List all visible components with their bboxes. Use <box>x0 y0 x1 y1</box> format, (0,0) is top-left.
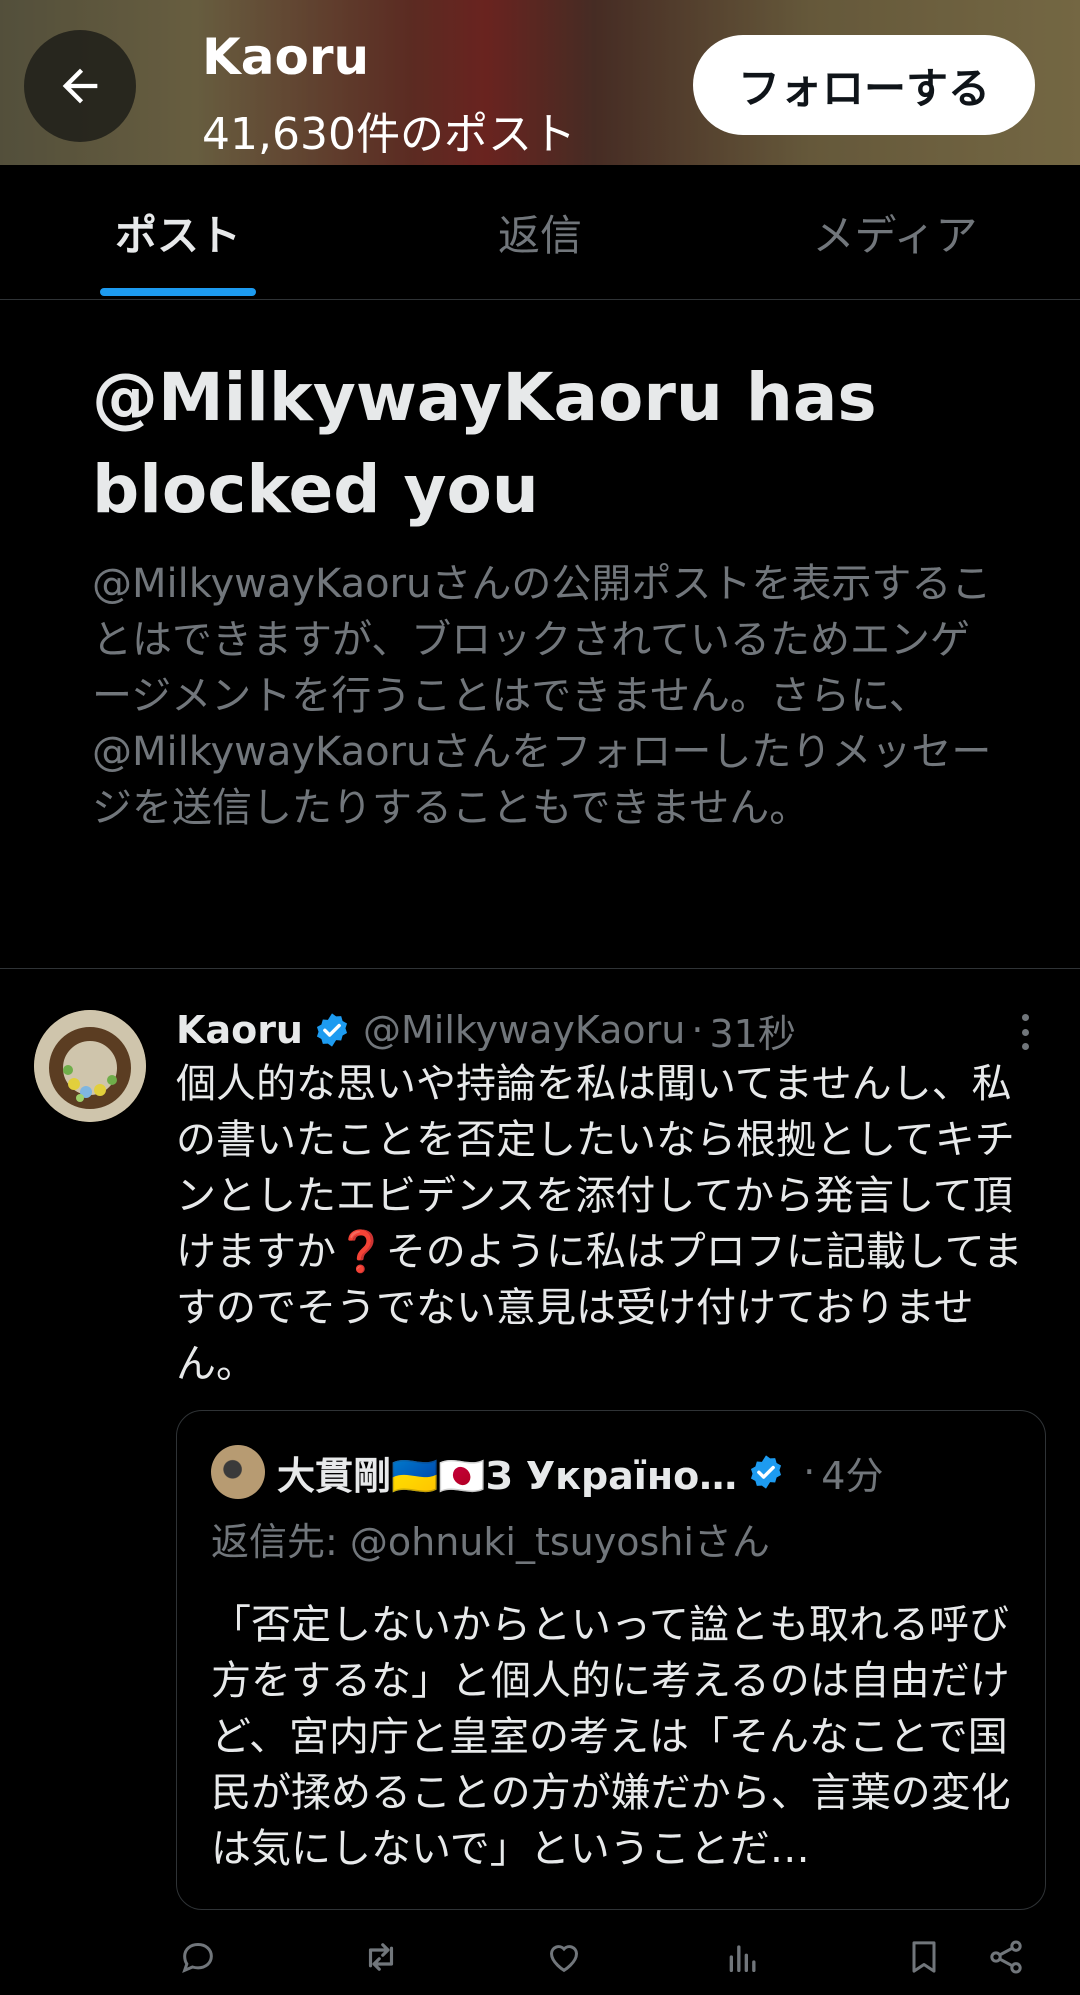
post-timestamp[interactable]: 31秒 <box>709 1003 795 1058</box>
post-author-handle[interactable]: @MilkywayKaoru <box>363 1008 685 1052</box>
share-icon[interactable] <box>984 1935 1028 1979</box>
more-vertical-icon[interactable] <box>1010 1010 1040 1054</box>
profile-header: Kaoru 41,630件のポスト フォローする <box>0 0 1080 165</box>
verified-badge-icon <box>751 1455 782 1489</box>
post-text: 個人的な思いや持論を私は聞いてませんし、私の書いたことを否定したいなら根拠として… <box>176 1061 1023 1387</box>
quoted-avatar <box>211 1445 265 1499</box>
back-button[interactable] <box>24 30 136 142</box>
active-tab-indicator <box>100 288 256 296</box>
quoted-post-card[interactable]: 大貫剛🇺🇦🇯🇵З Україно… · 4分 返信先: @ohnuki_tsuy… <box>176 1410 1046 1910</box>
header-post-count: 41,630件のポスト <box>202 109 576 160</box>
quoted-post-text: 「否定しないからといって諡とも取れる呼び方をするな」と個人的に考えるのは自由だけ… <box>211 1602 1011 1872</box>
quoted-author-name: 大貫剛🇺🇦🇯🇵З Україно… <box>277 1453 738 1498</box>
post-separator: · <box>691 1008 704 1052</box>
blocked-description: @MilkywayKaoruさんの公開ポストを表示することはできますが、ブロック… <box>92 561 992 831</box>
post-author-name[interactable]: Kaoru <box>176 1008 303 1052</box>
verified-badge-icon <box>316 1013 348 1047</box>
post-action-bar <box>176 1935 1046 1985</box>
views-icon[interactable] <box>721 1935 765 1979</box>
tab-replies[interactable]: 返信 <box>420 165 660 300</box>
quoted-post-header: 大貫剛🇺🇦🇯🇵З Україно… · 4分 <box>277 1441 883 1503</box>
like-icon[interactable] <box>542 1935 586 1979</box>
blocked-title: @MilkywayKaoru has blocked you <box>92 359 877 528</box>
quoted-separator: · <box>803 1450 816 1494</box>
follow-button[interactable]: フォローする <box>693 35 1035 135</box>
profile-tabs: ポスト 返信 メディア <box>0 165 1080 300</box>
arrow-left-icon <box>62 68 98 104</box>
section-divider <box>0 968 1080 969</box>
wreath-avatar-image <box>34 1010 146 1122</box>
quoted-timestamp: 4分 <box>821 1453 884 1498</box>
retweet-icon[interactable] <box>359 1935 403 1979</box>
bookmark-icon[interactable] <box>902 1935 946 1979</box>
reply-icon[interactable] <box>176 1935 220 1979</box>
avatar[interactable] <box>34 1010 146 1122</box>
tab-media[interactable]: メディア <box>770 165 1020 300</box>
quoted-reply-to: 返信先: @ohnuki_tsuyoshiさん <box>211 1520 770 1564</box>
header-profile-name: Kaoru <box>202 28 370 86</box>
tab-posts[interactable]: ポスト <box>60 165 296 300</box>
post-header: Kaoru @MilkywayKaoru · 31秒 <box>176 1002 796 1058</box>
